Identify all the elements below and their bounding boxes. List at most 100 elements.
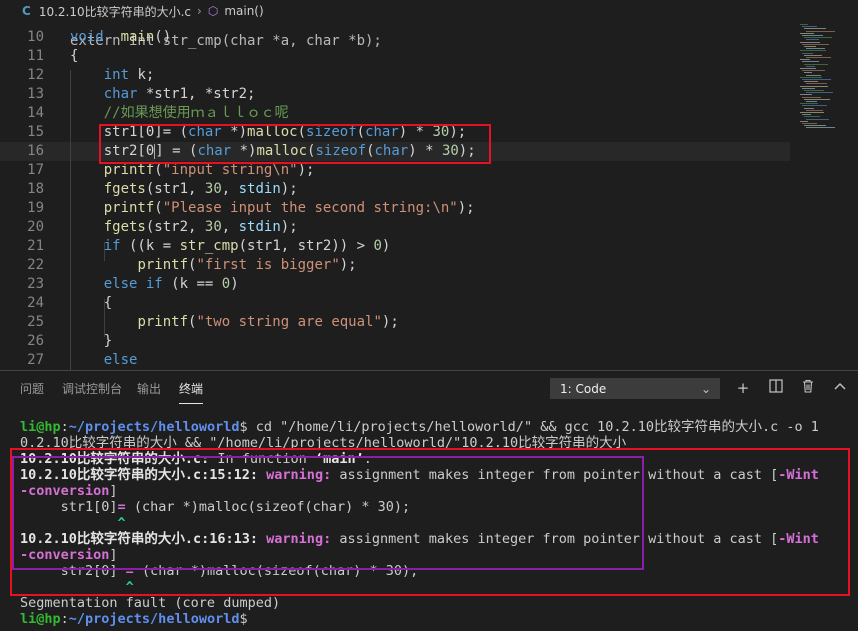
line-number: 24 <box>27 295 44 311</box>
code-line[interactable]: 27 else <box>0 351 790 370</box>
code-token: 30 <box>204 219 222 235</box>
tab-problems[interactable]: 问题 <box>20 380 44 397</box>
terminal-line: 10.2.10比较字符串的大小.c:16:13: warning: assign… <box>20 531 819 547</box>
terminal-text: li@hp <box>20 419 61 435</box>
code-token: str2[0 <box>70 143 155 159</box>
chevron-down-icon: ⌄ <box>700 382 711 396</box>
code-text: printf("first is bigger"); <box>70 256 356 275</box>
split-terminal-icon[interactable] <box>767 379 785 397</box>
tab-debug-console[interactable]: 调试控制台 <box>62 380 122 397</box>
bottom-panel: 问题 调试控制台 输出 终端 1: Code ⌄ + li@hp:~/proje… <box>0 370 858 631</box>
line-number: 13 <box>27 86 44 102</box>
line-number: 16 <box>27 143 44 159</box>
code-line[interactable]: 17 printf("input string\n"); <box>0 161 790 180</box>
minimap-line <box>806 74 821 76</box>
minimap-line <box>802 114 811 116</box>
code-text: int k; <box>70 66 155 85</box>
code-token: fgets <box>103 219 146 235</box>
minimap-line <box>800 76 822 78</box>
terminal-text: str2[0] <box>20 563 126 579</box>
trash-icon[interactable] <box>799 379 817 397</box>
minimap-line <box>804 90 824 91</box>
breadcrumb-file[interactable]: 10.2.10比较字符串的大小.c <box>39 3 191 20</box>
code-line[interactable]: 18 fgets(str1, 30, stdin); <box>0 180 790 199</box>
minimap-line <box>806 127 835 129</box>
code-token: ); <box>449 124 467 140</box>
terminal-text: (char *)malloc(sizeof(char) * 30); <box>125 499 411 515</box>
code-line[interactable]: 15 str1[0]= (char *)malloc(sizeof(char) … <box>0 123 790 142</box>
code-token: { <box>70 48 79 64</box>
line-number: 25 <box>27 314 44 330</box>
code-line[interactable]: 22 printf("first is bigger"); <box>0 256 790 275</box>
code-text: if ((k = str_cmp(str1, str2)) > 0) <box>70 237 391 256</box>
line-number: 22 <box>27 257 44 273</box>
terminal-text: -conversion <box>20 547 110 563</box>
code-token: char <box>103 86 138 102</box>
code-token: ); <box>280 219 298 235</box>
code-token: ); <box>381 314 399 330</box>
editor-scrollbar[interactable] <box>848 22 858 370</box>
code-line[interactable]: 26 } <box>0 332 790 351</box>
terminal-text: ~/projects/helloworld <box>68 419 240 435</box>
code-line[interactable]: 10 void main() <box>0 28 790 47</box>
terminal-select[interactable]: 1: Code ⌄ <box>550 378 720 399</box>
plus-icon[interactable]: + <box>734 379 752 397</box>
code-token: stdin <box>238 181 281 197</box>
minimap-line <box>806 92 833 94</box>
code-text: fgets(str1, 30, stdin); <box>70 180 298 199</box>
code-token: if <box>103 238 121 254</box>
tab-output[interactable]: 输出 <box>137 380 161 397</box>
code-line[interactable]: 25 printf("two string are equal"); <box>0 313 790 332</box>
tab-terminal[interactable]: 终端 <box>179 380 204 404</box>
terminal-text: : <box>363 451 372 467</box>
code-line[interactable]: 16 str2[0] = (char *)malloc(sizeof(char)… <box>0 142 790 161</box>
minimap-line <box>806 39 819 41</box>
breadcrumb-symbol[interactable]: main() <box>224 4 263 18</box>
code-token: printf <box>137 257 189 273</box>
code-token: char <box>374 143 409 159</box>
terminal-text: 10.2.10比较字符串的大小.c:15:12: <box>20 467 267 483</box>
code-line[interactable]: 12 int k; <box>0 66 790 85</box>
minimap[interactable] <box>796 22 848 142</box>
code-text: void main() <box>70 28 171 47</box>
code-line[interactable]: 13 char *str1, *str2; <box>0 85 790 104</box>
code-line[interactable]: 14 //如果想使用ｍａｌｌｏｃ呢 <box>0 104 790 123</box>
code-token: (str1, str2)) > <box>238 238 374 254</box>
code-token: printf <box>103 200 155 216</box>
code-token: *str1, *str2; <box>137 86 256 102</box>
minimap-line <box>802 79 831 80</box>
minimap-line <box>800 68 816 69</box>
code-token: char <box>188 124 222 140</box>
code-line[interactable]: 19 printf("Please input the second strin… <box>0 199 790 218</box>
code-token: fgets <box>103 181 146 197</box>
minimap-line <box>802 70 825 72</box>
code-token: sizeof <box>306 124 357 140</box>
code-token: int <box>103 67 130 83</box>
terminal-output[interactable]: li@hp:~/projects/helloworld$ cd "/home/l… <box>20 419 840 629</box>
terminal-text: ^ <box>117 515 126 531</box>
code-token: ) <box>381 238 391 254</box>
code-token: 0 <box>373 238 382 254</box>
minimap-line <box>800 85 828 87</box>
terminal-line: li@hp:~/projects/helloworld$ cd "/home/l… <box>20 419 819 435</box>
code-line[interactable]: 11 { <box>0 47 790 66</box>
terminal-text: 0.2.10比较字符串的大小 && "/home/li/projects/hel… <box>20 435 627 451</box>
code-line[interactable]: 24 { <box>0 294 790 313</box>
code-token: ( <box>154 200 163 216</box>
minimap-line <box>802 61 819 63</box>
line-number: 15 <box>27 124 44 140</box>
code-editor[interactable]: extern int str_cmp(char *a, char *b); 10… <box>0 22 858 370</box>
code-line[interactable]: 21 if ((k = str_cmp(str1, str2)) > 0) <box>0 237 790 256</box>
code-token: (str1, <box>145 181 205 197</box>
code-token: 30 <box>432 124 450 140</box>
terminal-line: 10.2.10比较字符串的大小.c:15:12: warning: assign… <box>20 467 819 483</box>
code-line[interactable]: 20 fgets(str2, 30, stdin); <box>0 218 790 237</box>
code-line[interactable]: 23 else if (k == 0) <box>0 275 790 294</box>
chevron-up-icon[interactable] <box>831 379 849 397</box>
terminal-line: 0.2.10比较字符串的大小 && "/home/li/projects/hel… <box>20 435 626 451</box>
